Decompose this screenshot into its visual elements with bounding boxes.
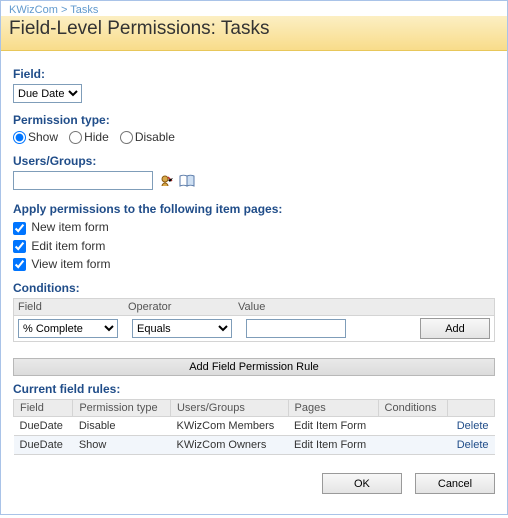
rules-col-field: Field <box>14 400 73 417</box>
radio-show[interactable] <box>13 131 26 144</box>
check-new[interactable] <box>13 222 26 235</box>
apply-pages-label: Apply permissions to the following item … <box>13 202 495 216</box>
breadcrumb: KWizCom > Tasks <box>1 1 507 16</box>
radio-hide[interactable] <box>69 131 82 144</box>
cell-ptype: Show <box>73 436 171 455</box>
add-field-permission-rule-button[interactable]: Add Field Permission Rule <box>13 358 495 376</box>
cell-pages: Edit Item Form <box>288 417 378 436</box>
page-title: Field-Level Permissions: Tasks <box>9 18 499 40</box>
radio-disable[interactable] <box>120 131 133 144</box>
delete-link[interactable]: Delete <box>457 439 489 451</box>
check-view[interactable] <box>13 258 26 271</box>
cell-ug: KWizCom Members <box>170 417 288 436</box>
cond-col-operator: Operator <box>128 301 238 313</box>
check-view-label[interactable]: View item form <box>13 257 110 271</box>
permission-type-group: Show Hide Disable <box>13 130 495 144</box>
cond-col-field: Field <box>18 301 128 313</box>
rules-col-ug: Users/Groups <box>170 400 288 417</box>
field-select[interactable]: Due Date <box>13 84 82 103</box>
cond-value-input[interactable] <box>246 319 346 338</box>
radio-hide-text: Hide <box>84 130 109 144</box>
cell-field: DueDate <box>14 417 73 436</box>
cancel-button[interactable]: Cancel <box>415 473 495 494</box>
cell-ug: KWizCom Owners <box>170 436 288 455</box>
check-edit[interactable] <box>13 240 26 253</box>
browse-book-icon[interactable] <box>179 174 195 188</box>
rules-col-pages: Pages <box>288 400 378 417</box>
cell-field: DueDate <box>14 436 73 455</box>
check-new-text: New item form <box>31 220 108 234</box>
radio-show-text: Show <box>28 130 58 144</box>
table-row: DueDate Disable KWizCom Members Edit Ite… <box>14 417 495 436</box>
ok-button[interactable]: OK <box>322 473 402 494</box>
check-view-text: View item form <box>31 257 110 271</box>
radio-hide-label[interactable]: Hide <box>69 130 109 144</box>
check-names-icon[interactable] <box>159 174 173 188</box>
cell-cond <box>378 417 448 436</box>
cond-operator-select[interactable]: Equals <box>132 319 232 338</box>
rules-col-cond: Conditions <box>378 400 448 417</box>
cell-ptype: Disable <box>73 417 171 436</box>
rules-table: Field Permission type Users/Groups Pages… <box>13 399 495 455</box>
rules-col-ptype: Permission type <box>73 400 171 417</box>
cond-col-value: Value <box>238 301 358 313</box>
breadcrumb-link-root[interactable]: KWizCom <box>9 4 58 16</box>
check-edit-text: Edit item form <box>31 239 105 253</box>
current-rules-label: Current field rules: <box>13 382 495 396</box>
radio-disable-text: Disable <box>135 130 175 144</box>
breadcrumb-link-tasks[interactable]: Tasks <box>70 4 98 16</box>
table-row: DueDate Show KWizCom Owners Edit Item Fo… <box>14 436 495 455</box>
add-condition-button[interactable]: Add <box>420 318 490 339</box>
conditions-label: Conditions: <box>13 281 495 295</box>
page-header: Field-Level Permissions: Tasks <box>1 16 507 51</box>
breadcrumb-sep: > <box>61 4 67 16</box>
radio-show-label[interactable]: Show <box>13 130 58 144</box>
cell-cond <box>378 436 448 455</box>
radio-disable-label[interactable]: Disable <box>120 130 175 144</box>
users-groups-input[interactable] <box>13 171 153 190</box>
permission-type-label: Permission type: <box>13 113 495 127</box>
field-label: Field: <box>13 67 495 81</box>
users-groups-label: Users/Groups: <box>13 154 495 168</box>
delete-link[interactable]: Delete <box>457 420 489 432</box>
cell-pages: Edit Item Form <box>288 436 378 455</box>
check-edit-label[interactable]: Edit item form <box>13 239 105 253</box>
check-new-label[interactable]: New item form <box>13 220 109 234</box>
cond-field-select[interactable]: % Complete <box>18 319 118 338</box>
